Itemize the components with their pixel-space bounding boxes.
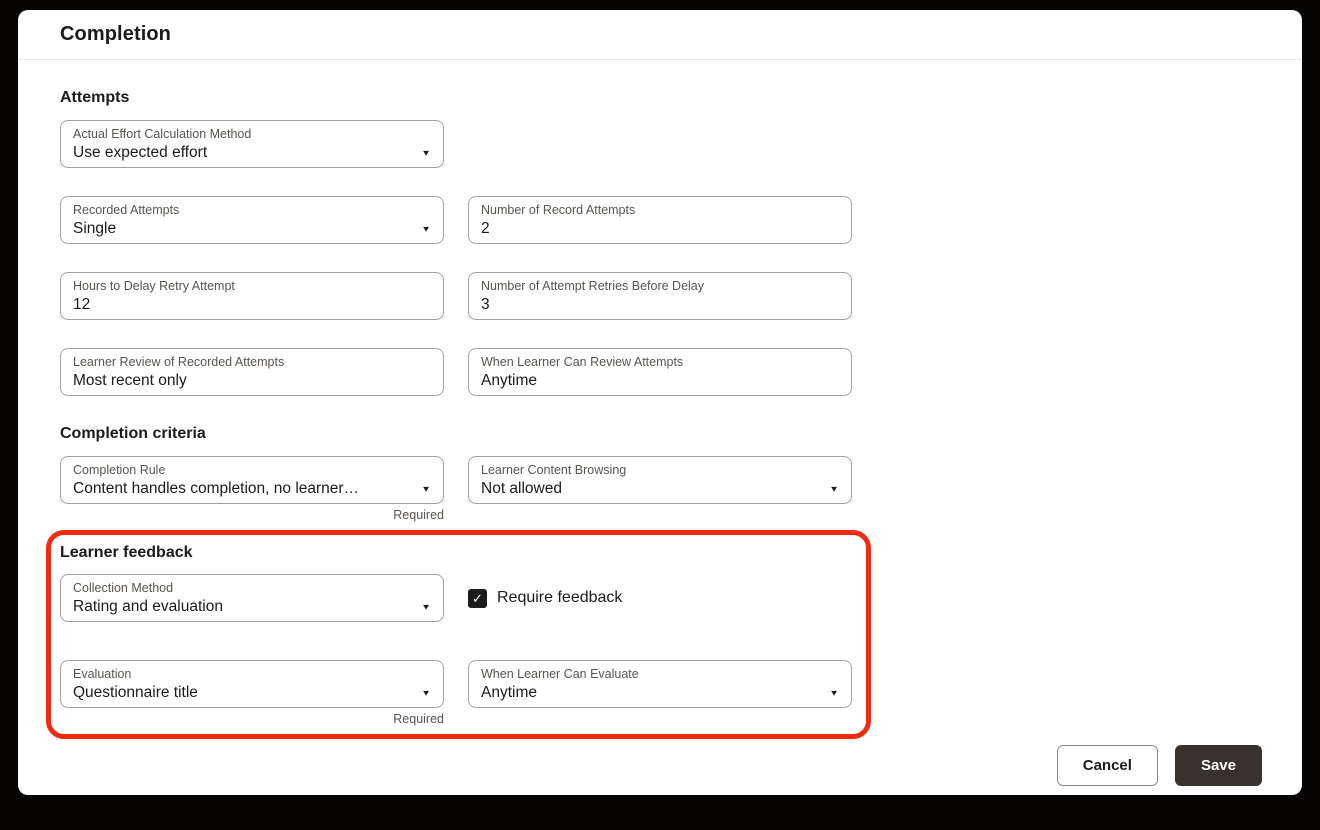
field-label: When Learner Can Review Attempts — [481, 354, 839, 370]
field-label: Completion Rule — [73, 462, 431, 478]
retries-before-delay-field: Number of Attempt Retries Before Delay — [468, 272, 852, 320]
row-evaluation: Evaluation Questionnaire title ▼ When Le… — [60, 660, 866, 708]
chevron-down-icon: ▼ — [421, 225, 431, 234]
red-highlight-annotation: Learner feedback Collection Method Ratin… — [46, 530, 871, 739]
chevron-down-icon: ▼ — [421, 603, 431, 612]
field-value: Rating and evaluation — [73, 597, 223, 617]
row-learner-review: Learner Review of Recorded Attempts When… — [60, 348, 1260, 396]
retries-before-delay-input[interactable] — [481, 295, 839, 315]
page-title: Completion — [60, 23, 171, 46]
completion-rule-select[interactable]: Completion Rule Content handles completi… — [60, 456, 444, 504]
field-value: Anytime — [481, 683, 537, 703]
chevron-down-icon: ▼ — [829, 689, 839, 698]
field-label: Hours to Delay Retry Attempt — [73, 278, 431, 294]
dialog-footer: Cancel Save — [1057, 745, 1262, 786]
dialog-content: Attempts Actual Effort Calculation Metho… — [18, 88, 1302, 739]
learner-review-field: Learner Review of Recorded Attempts — [60, 348, 444, 396]
field-value: Not allowed — [481, 479, 562, 499]
when-review-field: When Learner Can Review Attempts — [468, 348, 852, 396]
require-feedback-checkbox[interactable]: ✓ — [468, 589, 487, 608]
evaluation-select[interactable]: Evaluation Questionnaire title ▼ — [60, 660, 444, 708]
field-label: Recorded Attempts — [73, 202, 431, 218]
check-icon: ✓ — [472, 592, 483, 605]
save-button[interactable]: Save — [1175, 745, 1262, 786]
field-value: Use expected effort — [73, 143, 207, 163]
required-hint-completion-rule: Required — [60, 508, 444, 522]
cancel-button[interactable]: Cancel — [1057, 745, 1158, 786]
require-feedback-checkbox-block[interactable]: ✓ Require feedback — [468, 574, 622, 622]
field-label: Learner Review of Recorded Attempts — [73, 354, 431, 370]
field-value: Questionnaire title — [73, 683, 198, 703]
row-completion-rule: Completion Rule Content handles completi… — [60, 456, 1260, 504]
screenshot-frame: Completion Attempts Actual Effort Calcul… — [0, 0, 1320, 830]
collection-method-select[interactable]: Collection Method Rating and evaluation … — [60, 574, 444, 622]
hours-to-delay-retry-input[interactable] — [73, 295, 431, 315]
row-retry-delay: Hours to Delay Retry Attempt Number of A… — [60, 272, 1260, 320]
chevron-down-icon: ▼ — [421, 689, 431, 698]
learner-review-input[interactable] — [73, 371, 431, 391]
field-value: Single — [73, 219, 116, 239]
when-review-input[interactable] — [481, 371, 839, 391]
actual-effort-calculation-method-select[interactable]: Actual Effort Calculation Method Use exp… — [60, 120, 444, 168]
chevron-down-icon: ▼ — [421, 485, 431, 494]
field-value: Content handles completion, no learner… — [73, 479, 359, 499]
row-actual-effort: Actual Effort Calculation Method Use exp… — [60, 120, 1260, 168]
dialog-header: Completion — [18, 10, 1302, 60]
number-of-record-attempts-field: Number of Record Attempts — [468, 196, 852, 244]
hours-to-delay-retry-field: Hours to Delay Retry Attempt — [60, 272, 444, 320]
row-collection-method: Collection Method Rating and evaluation … — [60, 574, 866, 622]
field-label: Evaluation — [73, 666, 431, 682]
field-label: Actual Effort Calculation Method — [73, 126, 431, 142]
completion-dialog: Completion Attempts Actual Effort Calcul… — [18, 10, 1302, 795]
number-of-record-attempts-input[interactable] — [481, 219, 839, 239]
when-learner-can-evaluate-select[interactable]: When Learner Can Evaluate Anytime ▼ — [468, 660, 852, 708]
section-heading-attempts: Attempts — [60, 88, 1260, 108]
require-feedback-label: Require feedback — [497, 589, 622, 607]
section-heading-completion-criteria: Completion criteria — [60, 424, 1260, 444]
chevron-down-icon: ▼ — [829, 485, 839, 494]
chevron-down-icon: ▼ — [421, 149, 431, 158]
row-recorded-attempts: Recorded Attempts Single ▼ Number of Rec… — [60, 196, 1260, 244]
field-label: When Learner Can Evaluate — [481, 666, 839, 682]
section-heading-learner-feedback: Learner feedback — [60, 543, 866, 563]
learner-content-browsing-select[interactable]: Learner Content Browsing Not allowed ▼ — [468, 456, 852, 504]
recorded-attempts-select[interactable]: Recorded Attempts Single ▼ — [60, 196, 444, 244]
field-label: Number of Record Attempts — [481, 202, 839, 218]
field-label: Learner Content Browsing — [481, 462, 839, 478]
required-hint-evaluation: Required — [60, 712, 444, 726]
field-label: Number of Attempt Retries Before Delay — [481, 278, 839, 294]
field-label: Collection Method — [73, 580, 431, 596]
